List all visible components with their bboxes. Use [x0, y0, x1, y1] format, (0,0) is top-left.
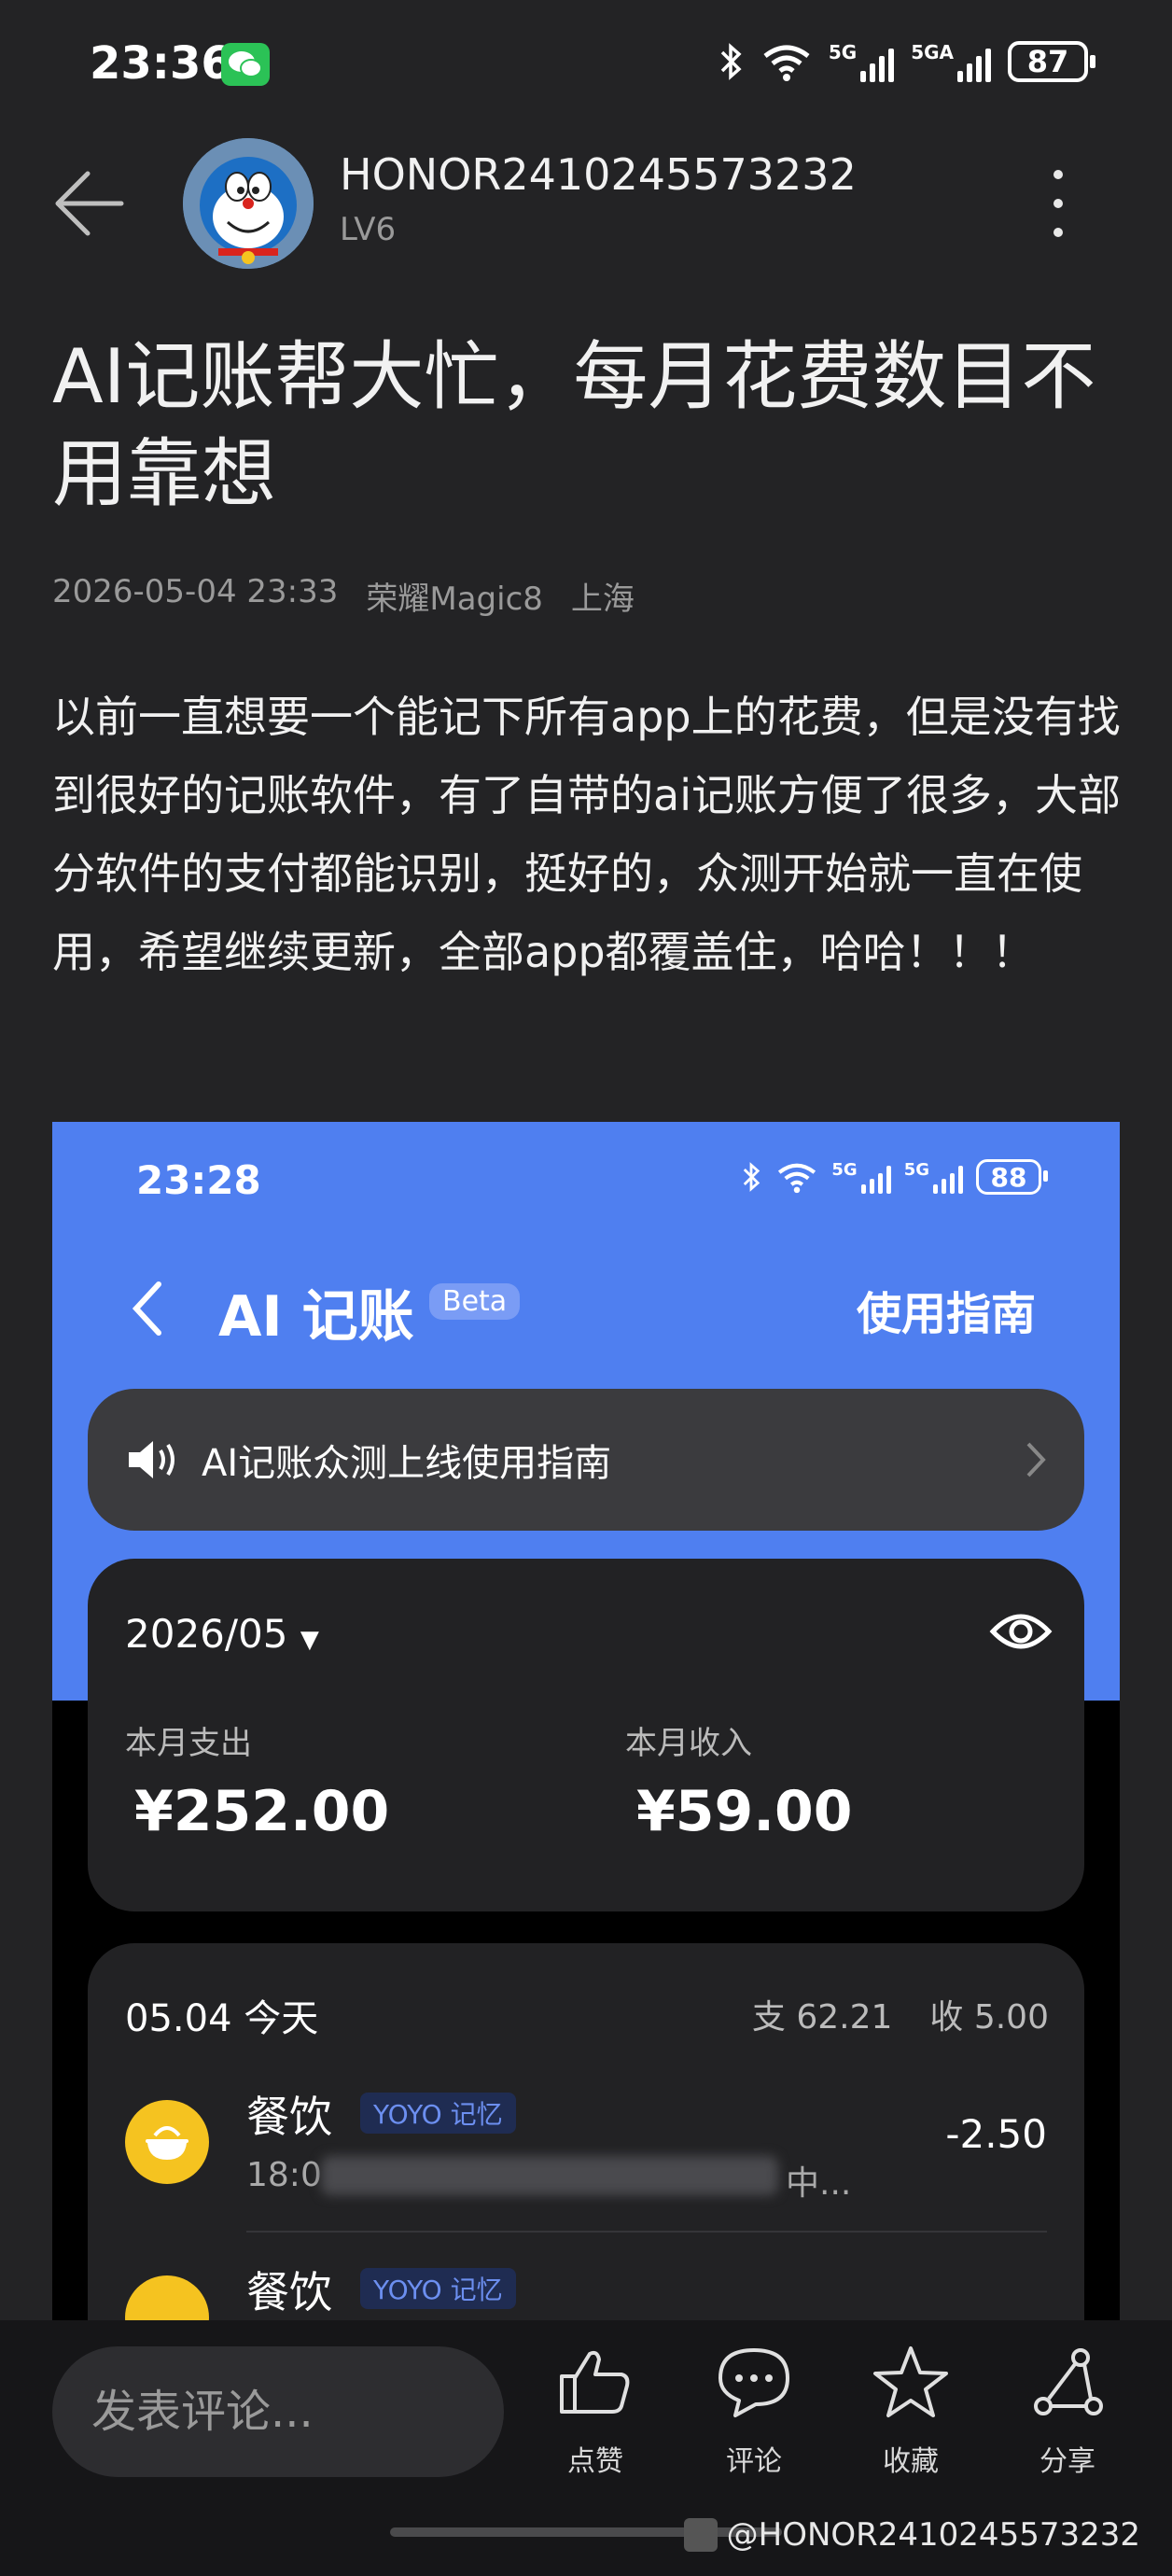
post-title: AI记账帮大忙，每月花费数目不用靠想	[52, 333, 1096, 517]
more-options-button[interactable]	[1041, 166, 1075, 241]
wechat-notification-icon	[221, 43, 270, 86]
watermark: @HONOR2410245573232	[683, 2516, 1140, 2554]
comment-input[interactable]	[52, 2346, 504, 2477]
bluetooth-icon	[744, 1162, 760, 1192]
transaction-source-badge: YOYO 记忆	[360, 2268, 516, 2309]
signal-5g-icon: 5G	[831, 1160, 891, 1194]
more-dots-icon	[1053, 170, 1063, 179]
post-datetime: 2026-05-04 23:33	[52, 573, 339, 610]
like-label: 点赞	[567, 2445, 623, 2478]
eye-icon	[989, 1614, 1053, 1649]
status-bar: 23:36 5G 5GA 87	[0, 0, 1172, 131]
transaction-row: 餐饮 YOYO 记忆 18:0 中... -2.50	[125, 2070, 1047, 2233]
transaction-time: 18:0	[246, 2156, 322, 2194]
status-icons: 5G 5GA 87	[717, 41, 1095, 82]
notice-text: AI记账众测上线使用指南	[202, 1442, 612, 1485]
arrow-left-icon	[55, 171, 124, 236]
wifi-icon	[763, 45, 810, 81]
day-income: 收 5.00	[929, 1998, 1049, 2037]
transaction-row: 餐饮 YOYO 记忆	[125, 2246, 1047, 2324]
share-icon	[1034, 2348, 1103, 2415]
row-divider	[246, 2231, 1047, 2233]
post-meta: 2026-05-04 23:33 荣耀Magic8 上海	[52, 573, 635, 619]
transaction-tail: 中...	[786, 2164, 852, 2203]
caret-down-icon: ▼	[300, 1626, 319, 1654]
bluetooth-icon	[720, 43, 742, 80]
post-image[interactable]: 23:28 5G 5G 88 AI 记账 Beta 使用指南 AI记账众测上线使…	[52, 1122, 1120, 2324]
redacted-detail	[321, 2156, 778, 2195]
transaction-category: 餐饮	[246, 2092, 332, 2142]
comment-label: 评论	[726, 2445, 782, 2478]
thumbs-up-icon	[560, 2350, 630, 2414]
image-summary-card: 2026/05 ▼ 本月支出 本月收入 ¥252.00 ¥59.00	[88, 1559, 1084, 1911]
watermark-logo-icon	[683, 2518, 718, 2552]
share-label: 分享	[1039, 2445, 1095, 2478]
day-date: 05.04 今天	[125, 1997, 319, 2040]
favorite-button[interactable]: 收藏	[855, 2345, 967, 2479]
star-icon	[873, 2346, 948, 2417]
image-status-time: 23:28	[136, 1157, 261, 1203]
expense-label: 本月支出	[125, 1725, 252, 1762]
image-status-icons: 5G 5G 88	[740, 1159, 1048, 1195]
signal-5g-icon: 5G	[829, 41, 895, 82]
post-device: 荣耀Magic8	[366, 581, 543, 618]
income-label: 本月收入	[625, 1725, 752, 1762]
beta-badge: Beta	[429, 1283, 521, 1320]
income-value: ¥59.00	[636, 1779, 853, 1844]
transaction-category: 餐饮	[246, 2267, 332, 2317]
chevron-left-icon	[132, 1281, 161, 1336]
author-level: LV6	[340, 211, 397, 248]
signal-5g-icon: 5G	[904, 1160, 963, 1194]
avatar[interactable]	[183, 138, 314, 269]
battery-icon: 88	[976, 1159, 1048, 1195]
image-day-card: 05.04 今天 支 62.21 收 5.00 餐饮 YOYO 记忆 18:0 …	[88, 1943, 1084, 2324]
post-location: 上海	[570, 581, 635, 618]
post-body: 以前一直想要一个能记下所有app上的花费，但是没有找到很好的记账软件，有了自带的…	[52, 692, 1121, 977]
expense-value: ¥252.00	[134, 1779, 390, 1844]
month-selector: 2026/05 ▼	[125, 1611, 319, 1657]
battery-icon: 87	[1008, 41, 1095, 82]
day-expense: 支 62.21	[751, 1998, 893, 2037]
image-back-button	[129, 1279, 166, 1338]
chat-bubble-icon	[719, 2348, 789, 2417]
transaction-amount: -2.50	[945, 2111, 1047, 2157]
back-button[interactable]	[52, 166, 127, 241]
share-button[interactable]: 分享	[1012, 2345, 1123, 2479]
signal-5ga-icon: 5GA	[911, 41, 991, 82]
like-button[interactable]: 点赞	[539, 2345, 651, 2479]
favorite-label: 收藏	[883, 2445, 939, 2478]
image-guide-link: 使用指南	[856, 1288, 1036, 1340]
food-bowl-icon	[125, 2100, 209, 2184]
status-time: 23:36	[90, 37, 232, 90]
author-name[interactable]: HONOR2410245573232	[340, 149, 857, 200]
day-summary: 支 62.21 收 5.00	[752, 1990, 1049, 2038]
image-notice-banner: AI记账众测上线使用指南	[88, 1389, 1084, 1531]
wifi-icon	[778, 1163, 816, 1194]
comment-button[interactable]: 评论	[698, 2345, 810, 2479]
speaker-icon	[129, 1441, 174, 1478]
transaction-source-badge: YOYO 记忆	[360, 2093, 516, 2134]
image-app-title: AI 记账	[218, 1284, 414, 1350]
chevron-right-icon	[1026, 1442, 1046, 1477]
food-bowl-icon	[125, 2275, 209, 2324]
bottom-action-bar: 点赞 评论 收藏 分享 @HONOR2410245573232	[0, 2320, 1172, 2576]
